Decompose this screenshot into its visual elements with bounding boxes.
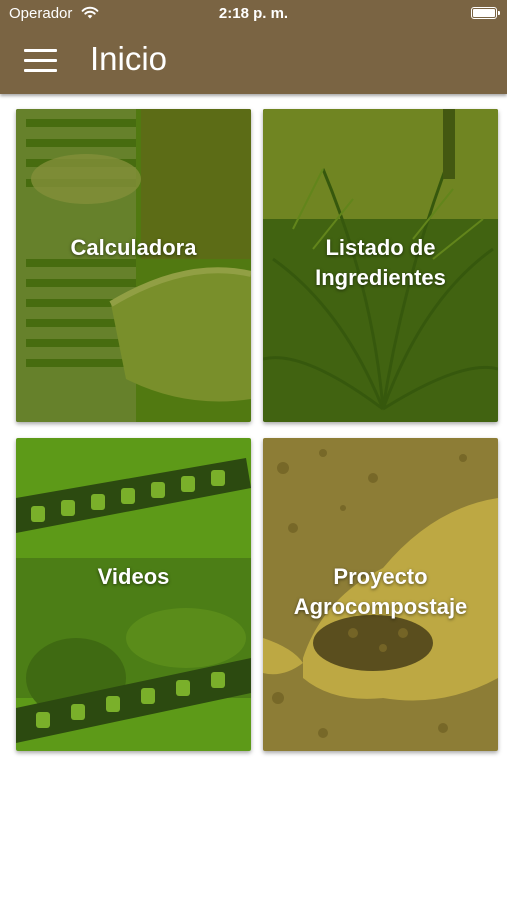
page-title: Inicio	[90, 40, 168, 77]
tile-calculadora-image	[16, 109, 251, 422]
tile-calculadora-line1: Calculadora	[70, 235, 197, 260]
tile-videos-image	[16, 438, 251, 751]
tile-videos-line1: Videos	[97, 564, 170, 589]
app-bar: Operador 2:18 p. m. Inicio	[0, 0, 507, 94]
hamburger-menu-icon[interactable]	[24, 49, 57, 73]
tile-proyecto-agrocompostaje-label: Proyecto Agrocompostaje	[263, 562, 498, 622]
tile-listado-ingredientes-line2: Ingredientes	[315, 265, 446, 290]
tile-listado-ingredientes-label: Listado de Ingredientes	[263, 233, 498, 293]
tile-proyecto-agrocompostaje-line1: Proyecto	[333, 564, 428, 589]
tile-listado-ingredientes[interactable]: Listado de Ingredientes	[263, 109, 498, 422]
tile-calculadora-label: Calculadora	[16, 233, 251, 263]
tile-calculadora[interactable]: Calculadora	[16, 109, 251, 422]
clock: 2:18 p. m.	[218, 5, 289, 22]
tile-listado-ingredientes-line1: Listado de	[325, 235, 436, 260]
status-bar: Operador 2:18 p. m.	[0, 0, 507, 28]
tile-proyecto-agrocompostaje-line2: Agrocompostaje	[293, 594, 468, 619]
battery-icon	[471, 7, 500, 19]
tile-proyecto-agrocompostaje[interactable]: Proyecto Agrocompostaje	[263, 438, 498, 751]
tile-videos[interactable]: Videos	[16, 438, 251, 751]
tile-videos-label: Videos	[16, 562, 251, 592]
